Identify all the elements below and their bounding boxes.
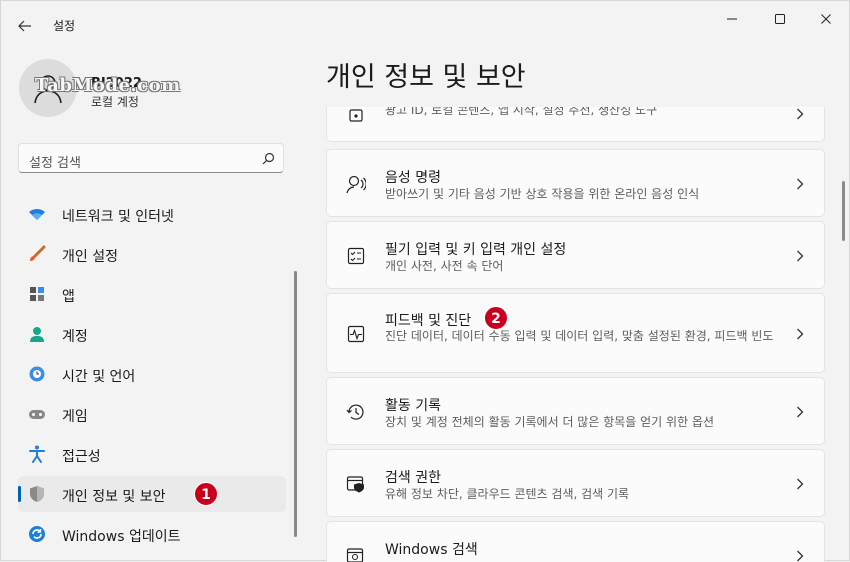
- wifi-icon: [28, 205, 46, 223]
- card-title: 피드백 및 진단: [385, 313, 472, 329]
- title-bar: 설정: [1, 1, 850, 49]
- card-activity-history[interactable]: 활동 기록 장치 및 계정 전체의 활동 기록에서 더 많은 항목을 얻기 위한…: [326, 377, 825, 445]
- watermark: TabMode.com: [35, 75, 181, 96]
- maximize-button[interactable]: [757, 7, 803, 31]
- windows-search-icon: [345, 545, 367, 562]
- main-scrollbar[interactable]: [842, 181, 845, 241]
- sidebar-item-gaming[interactable]: 게임: [18, 396, 286, 432]
- globe-clock-icon: [28, 365, 46, 383]
- chevron-right-icon: [794, 405, 806, 419]
- history-icon: [345, 401, 367, 423]
- card-windows-search[interactable]: Windows 검색: [326, 521, 825, 562]
- back-button[interactable]: [11, 13, 39, 39]
- sidebar-item-windows-update[interactable]: Windows 업데이트: [18, 516, 286, 552]
- app-title: 설정: [53, 19, 76, 33]
- maximize-icon: [775, 14, 785, 24]
- ads-icon: [345, 107, 367, 126]
- sidebar-item-personalization[interactable]: 개인 설정: [18, 236, 286, 272]
- chevron-right-icon: [794, 549, 806, 562]
- search-input[interactable]: 설정 검색: [18, 143, 284, 173]
- close-icon: [821, 14, 831, 24]
- card-description: 받아쓰기 및 기타 음성 기반 상호 작용을 위한 온라인 음성 인식: [385, 187, 700, 201]
- search-permissions-icon: [345, 473, 367, 495]
- card-description: 유해 정보 차단, 클라우드 콘텐츠 검색, 검색 기록: [385, 487, 630, 501]
- selection-indicator: [18, 486, 21, 502]
- sidebar-item-time-language[interactable]: 시간 및 언어: [18, 356, 286, 392]
- settings-window: 설정 BJ2022 로컬 계정 TabMode.com 설정 검색 네트워크 및…: [0, 0, 850, 562]
- chevron-right-icon: [794, 477, 806, 491]
- card-description: 개인 사전, 사전 속 단어: [385, 259, 504, 273]
- sidebar-item-accounts[interactable]: 계정: [18, 316, 286, 352]
- update-icon: [28, 525, 46, 543]
- card-title: 음성 명령: [385, 170, 441, 186]
- account-icon: [28, 325, 46, 343]
- card-diagnostics-feedback[interactable]: 피드백 및 진단 2 진단 데이터, 데이터 수동 입력 및 데이터 입력, 맞…: [326, 293, 825, 373]
- step-badge-2: 2: [484, 306, 508, 330]
- card-inking-typing[interactable]: 필기 입력 및 키 입력 개인 설정 개인 사전, 사전 속 단어: [326, 221, 825, 289]
- minimize-icon: [727, 18, 737, 20]
- shield-icon: [28, 485, 46, 503]
- card-title: 필기 입력 및 키 입력 개인 설정: [385, 242, 567, 258]
- card-title: Windows 검색: [385, 542, 478, 558]
- inking-icon: [345, 245, 367, 267]
- apps-icon: [28, 285, 46, 303]
- gamepad-icon: [28, 405, 46, 423]
- chevron-right-icon: [794, 327, 806, 341]
- chevron-right-icon: [794, 107, 806, 121]
- page-title: 개인 정보 및 보안: [326, 62, 526, 93]
- sidebar-item-network[interactable]: 네트워크 및 인터넷: [18, 196, 286, 232]
- sidebar-item-accessibility[interactable]: 접근성: [18, 436, 286, 472]
- minimize-button[interactable]: [709, 7, 755, 31]
- card-description: 진단 데이터, 데이터 수동 입력 및 데이터 입력, 맞춤 설정된 환경, 피…: [385, 329, 774, 343]
- settings-list: 광고 광고 ID, 로컬 콘텐츠, 앱 시작, 설정 추천, 생산성 도구 음성…: [326, 107, 826, 562]
- step-badge-1: 1: [194, 482, 218, 506]
- card-title: 활동 기록: [385, 398, 441, 414]
- card-search-permissions[interactable]: 검색 권한 유해 정보 차단, 클라우드 콘텐츠 검색, 검색 기록: [326, 449, 825, 517]
- search-icon: [262, 152, 275, 165]
- card-description: 장치 및 계정 전체의 활동 기록에서 더 많은 항목을 얻기 위한 옵션: [385, 415, 715, 429]
- card-speech[interactable]: 음성 명령 받아쓰기 및 기타 음성 기반 상호 작용을 위한 온라인 음성 인…: [326, 149, 825, 217]
- chevron-right-icon: [794, 177, 806, 191]
- paintbrush-icon: [28, 245, 46, 263]
- chevron-right-icon: [794, 249, 806, 263]
- card-title: 검색 권한: [385, 470, 441, 486]
- sidebar-item-privacy-security[interactable]: 개인 정보 및 보안 1: [18, 476, 286, 512]
- accessibility-icon: [28, 445, 46, 463]
- sidebar-item-apps[interactable]: 앱: [18, 276, 286, 312]
- card-description: 광고 ID, 로컬 콘텐츠, 앱 시작, 설정 추천, 생산성 도구: [385, 107, 658, 117]
- card-ads[interactable]: 광고 광고 ID, 로컬 콘텐츠, 앱 시작, 설정 추천, 생산성 도구: [326, 107, 825, 142]
- close-button[interactable]: [803, 7, 849, 31]
- arrow-left-icon: [18, 20, 31, 32]
- speech-icon: [345, 173, 367, 195]
- diagnostics-icon: [345, 323, 367, 345]
- sidebar-scrollbar[interactable]: [294, 271, 297, 537]
- search-placeholder: 설정 검색: [29, 156, 81, 171]
